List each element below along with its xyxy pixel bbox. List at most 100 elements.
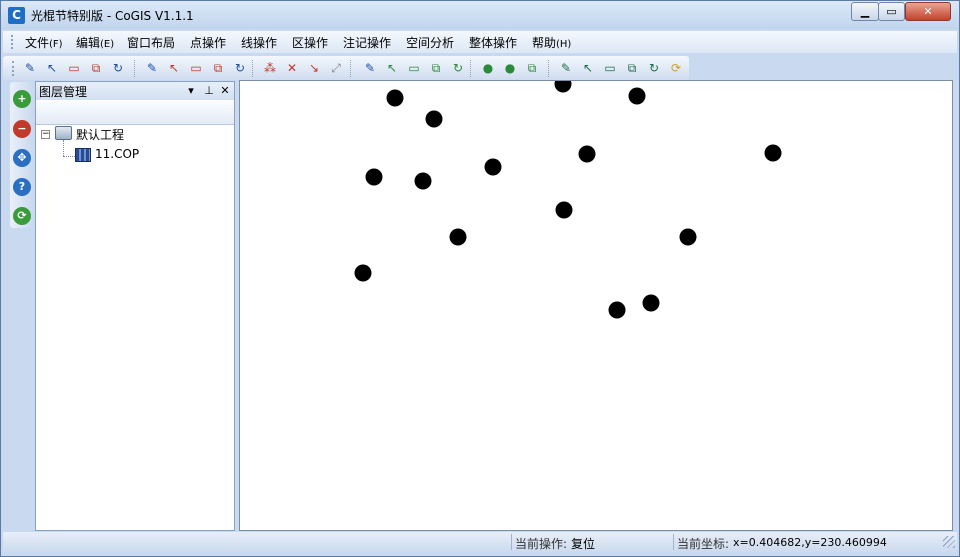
status-bar: 当前操作: 复位 当前坐标: x=0.404682,y=230.460994 [3, 532, 957, 552]
minimize-button[interactable]: ▁ [851, 2, 879, 21]
panel-close-icon[interactable]: ✕ [218, 83, 232, 98]
edit-toolbar: ✎ ↖ ▭ ⧉ ↻ ✎ ↖ ▭ ⧉ ↻ ⁂ ✕ ↘ ⤢ ✎ ↖ ▭ ⧉ ↻ ● ● ⧉ ✎ ↖ ▭ ⧉ ↻ ⟳ [3, 56, 689, 80]
tree-connector-horizontal [63, 156, 75, 157]
menu-line-ops[interactable]: 线操作 [241, 34, 277, 51]
menu-point-ops[interactable]: 点操作 [190, 34, 226, 51]
toolbar-separator [548, 60, 549, 77]
map-point[interactable] [628, 87, 646, 105]
layer-node[interactable]: 11.COP [95, 147, 139, 161]
text-refresh-icon[interactable]: ⟳ [667, 60, 685, 77]
text-arrow-icon[interactable]: ↖ [579, 60, 597, 77]
maximize-button[interactable]: ▭ [878, 2, 905, 21]
select-arrow-icon[interactable]: ↖ [43, 60, 61, 77]
map-point[interactable] [679, 228, 697, 246]
menu-file[interactable]: 文件(F) [25, 34, 63, 51]
status-separator [511, 534, 512, 550]
menu-global-ops[interactable]: 整体操作 [469, 34, 517, 51]
project-node[interactable]: 默认工程 [76, 126, 124, 143]
green-add-icon[interactable]: ● [479, 60, 497, 77]
menu-annotation-ops[interactable]: 注记操作 [343, 34, 391, 51]
menu-help[interactable]: 帮助(H) [532, 34, 571, 51]
menu-edit-key: (E) [100, 39, 115, 50]
tree-connector-vertical [63, 140, 64, 156]
map-point[interactable] [484, 158, 502, 176]
toolbar-separator [134, 60, 135, 77]
map-point[interactable] [386, 89, 404, 107]
menu-file-key: (F) [49, 39, 63, 50]
panel-pin-icon[interactable]: ⊥ [202, 83, 216, 98]
resize-grip-icon[interactable] [943, 536, 955, 548]
area-copy-icon[interactable]: ⧉ [427, 60, 445, 77]
status-separator [673, 534, 674, 550]
map-point[interactable] [365, 168, 383, 186]
current-coordinate-value: x=0.404682,y=230.460994 [733, 536, 887, 549]
panel-dropdown-icon[interactable]: ▾ [184, 83, 198, 98]
map-point[interactable] [608, 301, 626, 319]
app-window: C 光棍节特别版 - CoGIS V1.1.1 ▁ ▭ ✕ 文件(F) 编辑(E… [0, 0, 960, 557]
point-layer-icon [75, 148, 91, 162]
current-coordinate-label: 当前坐标: [677, 537, 730, 551]
toolbar-separator [470, 60, 471, 77]
layer-panel-toolbar [36, 101, 234, 125]
refresh-icon[interactable]: ⟳ [13, 207, 31, 225]
view-toolbar: + − ✥? ⟳ [10, 82, 34, 228]
menu-edit[interactable]: 编辑(E) [76, 34, 114, 51]
menu-window-layout[interactable]: 窗口布局 [127, 34, 175, 51]
green-copy-icon[interactable]: ⧉ [523, 60, 541, 77]
pencil-icon[interactable]: ✎ [21, 60, 39, 77]
map-point[interactable] [414, 172, 432, 190]
line-pencil-icon[interactable]: ✎ [143, 60, 161, 77]
zoom-in-icon[interactable]: + [13, 90, 31, 108]
text-copy-icon[interactable]: ⧉ [623, 60, 641, 77]
menu-spatial-analysis[interactable]: 空间分析 [406, 34, 454, 51]
title-bar[interactable]: C 光棍节特别版 - CoGIS V1.1.1 ▁ ▭ ✕ [1, 1, 959, 29]
area-rect-icon[interactable]: ▭ [405, 60, 423, 77]
map-canvas[interactable] [239, 80, 953, 531]
window-title: 光棍节特别版 - CoGIS V1.1.1 [31, 9, 194, 23]
map-point[interactable] [449, 228, 467, 246]
map-point[interactable] [555, 201, 573, 219]
toolbar-separator [350, 60, 351, 77]
toolbar-separator [252, 60, 253, 77]
map-point[interactable] [554, 81, 572, 93]
close-button[interactable]: ✕ [905, 2, 951, 21]
text-rect-icon[interactable]: ▭ [601, 60, 619, 77]
line-rect-icon[interactable]: ▭ [187, 60, 205, 77]
layer-panel-title: 图层管理 [39, 85, 88, 99]
map-point[interactable] [578, 145, 596, 163]
pan-icon[interactable]: ✥ [13, 149, 31, 167]
text-rotate-icon[interactable]: ↻ [645, 60, 663, 77]
node-delete-icon[interactable]: ✕ [283, 60, 301, 77]
layer-panel-header: 图层管理 ▾ ⊥ ✕ [36, 82, 234, 100]
green-move-icon[interactable]: ● [501, 60, 519, 77]
tree-expander-icon[interactable]: − [41, 130, 50, 139]
line-copy-icon[interactable]: ⧉ [209, 60, 227, 77]
app-logo-icon: C [8, 7, 25, 24]
line-arrow-icon[interactable]: ↖ [165, 60, 183, 77]
text-pencil-icon[interactable]: ✎ [557, 60, 575, 77]
menu-file-label: 文件 [25, 36, 50, 50]
line-split-icon[interactable]: ⤢ [327, 60, 345, 77]
rotate-icon[interactable]: ↻ [109, 60, 127, 77]
menu-area-ops[interactable]: 区操作 [292, 34, 328, 51]
area-rotate-icon[interactable]: ↻ [449, 60, 467, 77]
current-operation-label: 当前操作: [515, 537, 568, 551]
line-rotate-icon[interactable]: ↻ [231, 60, 249, 77]
menu-help-key: (H) [556, 39, 572, 50]
map-point[interactable] [354, 264, 372, 282]
area-arrow-icon[interactable]: ↖ [383, 60, 401, 77]
project-icon [55, 126, 72, 140]
layer-panel: 图层管理 ▾ ⊥ ✕ − 默认工程 11.COP [35, 81, 235, 531]
node-add-icon[interactable]: ⁂ [261, 60, 279, 77]
help-icon[interactable]: ? [13, 178, 31, 196]
point-copy-icon[interactable]: ⧉ [87, 60, 105, 77]
map-point[interactable] [425, 110, 443, 128]
map-point[interactable] [642, 294, 660, 312]
node-move-icon[interactable]: ↘ [305, 60, 323, 77]
map-point[interactable] [764, 144, 782, 162]
toolbar-grip-handle[interactable] [12, 61, 14, 76]
zoom-out-icon[interactable]: − [13, 120, 31, 138]
rectangle-icon[interactable]: ▭ [65, 60, 83, 77]
menu-grip-handle[interactable] [11, 35, 13, 49]
area-pencil-icon[interactable]: ✎ [361, 60, 379, 77]
